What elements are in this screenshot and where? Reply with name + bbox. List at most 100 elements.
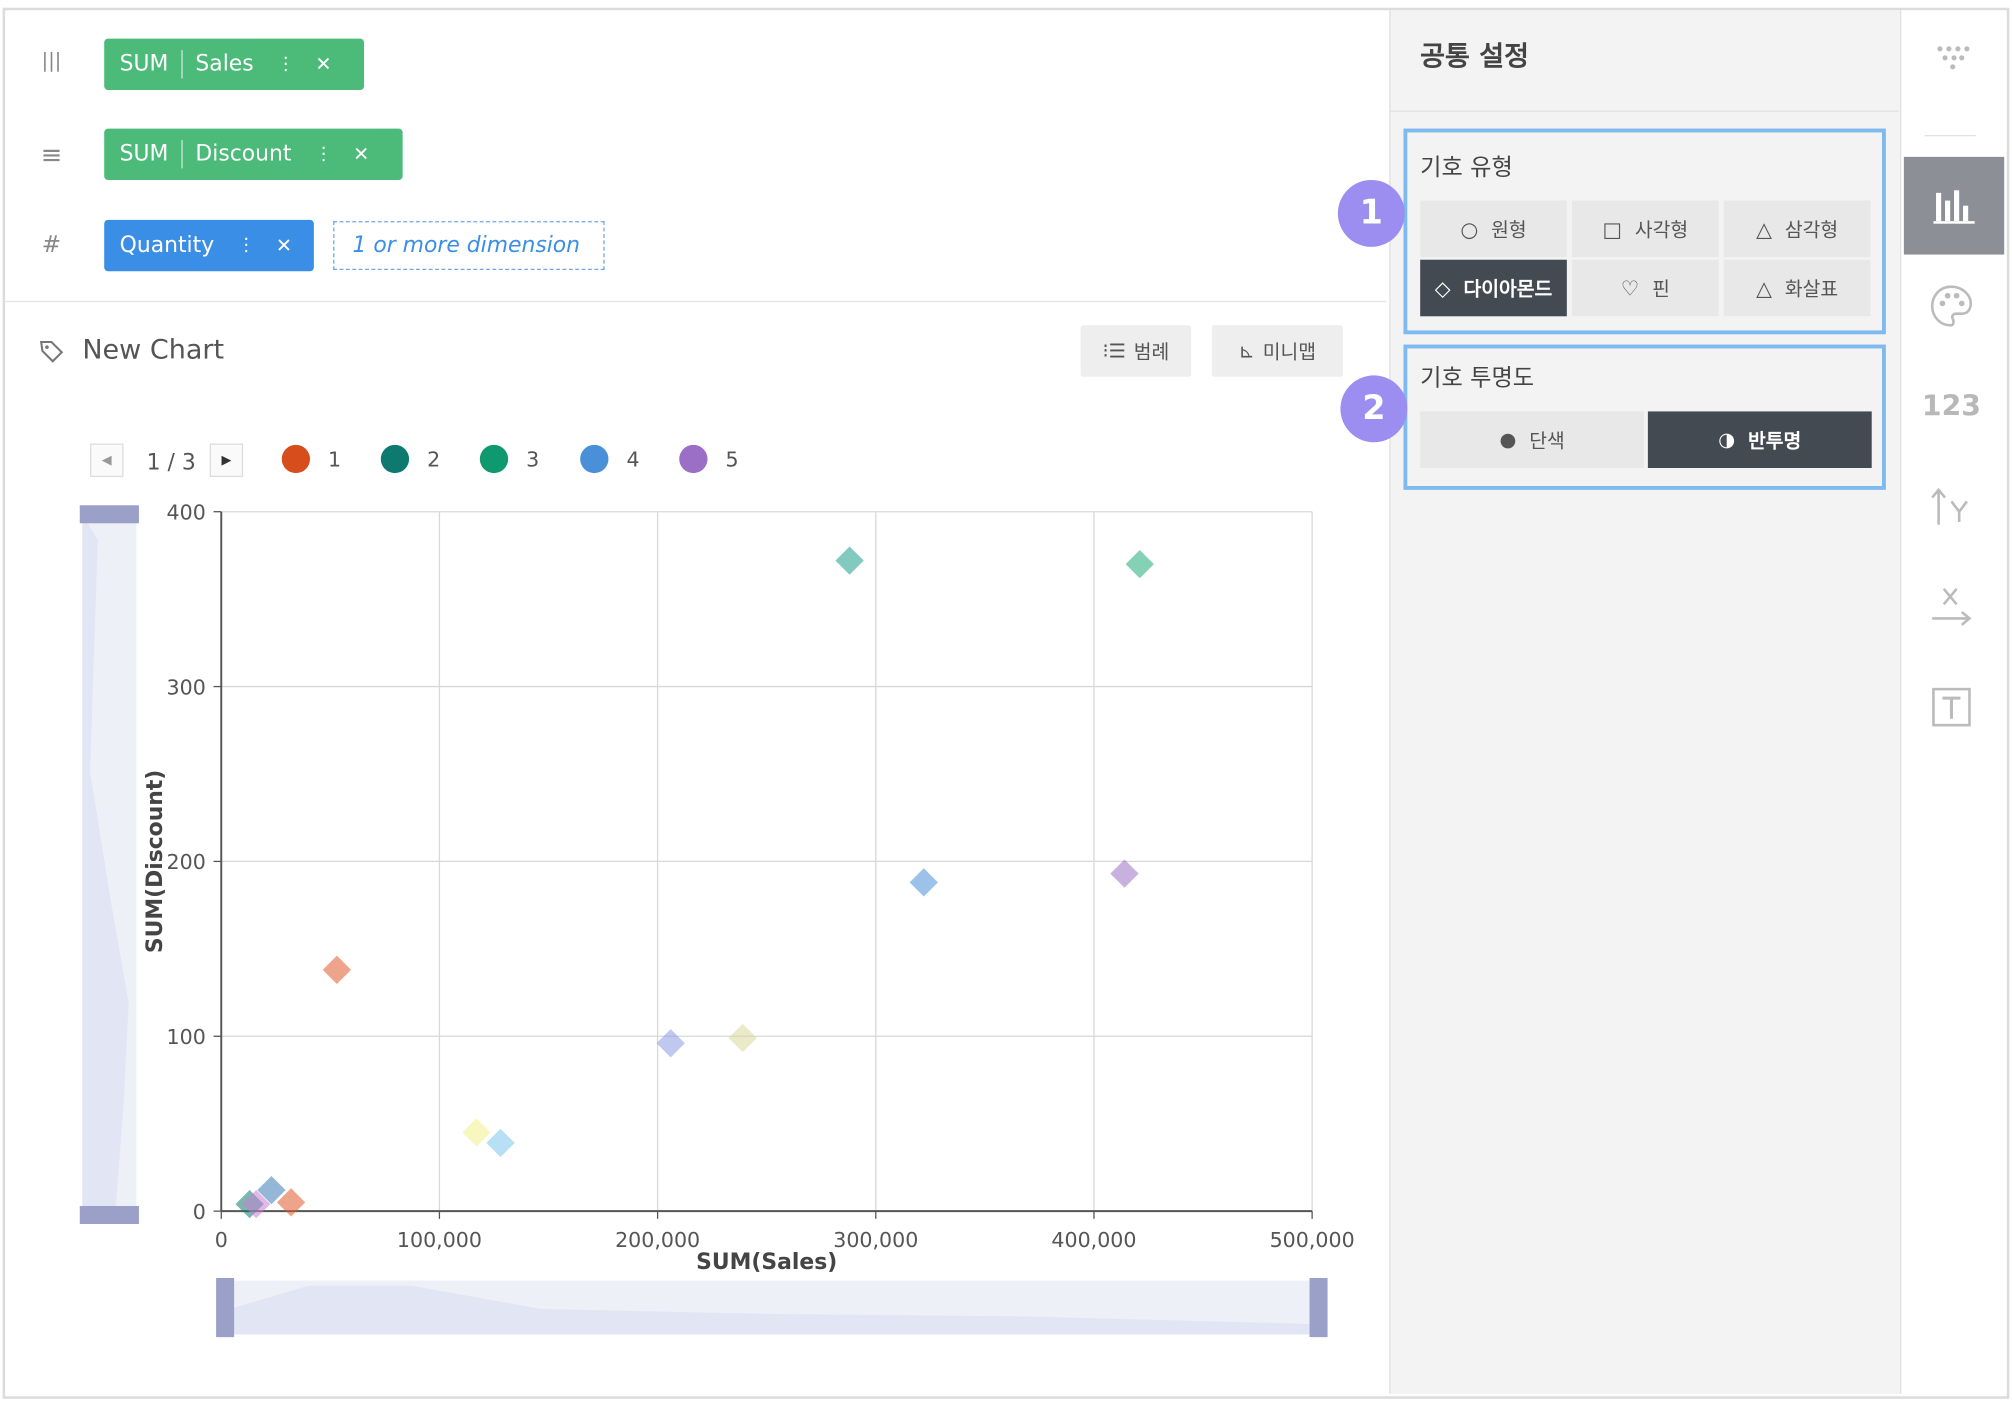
- legend-label: 5: [725, 446, 739, 472]
- x-minimap-handle-left[interactable]: [216, 1277, 235, 1338]
- symbol-option-label: 다이아몬드: [1463, 277, 1553, 301]
- data-point-diamond[interactable]: [462, 1118, 491, 1147]
- symbol-option-label: 사각형: [1634, 217, 1689, 242]
- bar-chart-icon[interactable]: [1903, 156, 2005, 255]
- symbol-option-label: 삼각형: [1784, 217, 1839, 242]
- y-minimap-handle-top[interactable]: [79, 505, 139, 524]
- x-axis-title: SUM(Sales): [696, 1250, 837, 1275]
- y-tick-label: 0: [193, 1200, 206, 1224]
- legend-label: 4: [626, 446, 640, 472]
- number-format-icon[interactable]: 123: [1904, 360, 1999, 453]
- pin-outline-icon: ♡: [1620, 275, 1640, 301]
- more-icon[interactable]: ⋮: [315, 144, 333, 165]
- discount-pill[interactable]: SUM Discount ⋮ ✕: [104, 128, 403, 180]
- symbol-option[interactable]: ○ 원형: [1420, 200, 1567, 258]
- pill-agg: SUM: [119, 141, 169, 168]
- x-tick-label: 500,000: [1270, 1228, 1355, 1252]
- data-point-diamond[interactable]: [322, 955, 352, 984]
- data-point-diamond[interactable]: [1110, 859, 1139, 888]
- legend-swatch: [380, 444, 410, 474]
- minimap-icon: ⊾: [1238, 339, 1255, 363]
- rail-divider: [1924, 134, 1976, 137]
- x-tick-label: 300,000: [833, 1228, 918, 1252]
- data-point-diamond[interactable]: [486, 1128, 515, 1158]
- chart-type-icon[interactable]: [1904, 10, 1999, 103]
- text-icon[interactable]: [1904, 661, 1999, 754]
- opacity-option[interactable]: ◑ 반투명: [1647, 411, 1872, 468]
- quantity-pill[interactable]: Quantity ⋮ ✕: [104, 219, 314, 272]
- pill-field: Discount: [195, 141, 292, 168]
- more-icon[interactable]: ⋮: [277, 54, 295, 75]
- legend-prev-button[interactable]: ◀: [90, 443, 124, 477]
- legend-item[interactable]: 3: [479, 444, 539, 474]
- legend-page: 1 / 3: [146, 449, 196, 476]
- legend-next-button[interactable]: ▶: [209, 443, 244, 477]
- y-axis-icon[interactable]: [1904, 460, 1999, 553]
- x-tick-label: 400,000: [1051, 1228, 1136, 1252]
- palette-icon[interactable]: [1904, 260, 1999, 353]
- close-icon[interactable]: ✕: [276, 234, 292, 257]
- pill-agg: SUM: [119, 51, 169, 78]
- x-minimap-handle-right[interactable]: [1309, 1277, 1328, 1338]
- y-tick-label: 300: [167, 675, 206, 699]
- panel-divider: [1390, 110, 1899, 112]
- x-tick-label: 0: [215, 1228, 228, 1252]
- scatter-chart[interactable]: 0 100,000 200,000 300,000 400,000 500,000 0 100…: [0, 489, 1389, 1363]
- sales-pill[interactable]: SUM Sales ⋮ ✕: [104, 38, 365, 90]
- opacity-option[interactable]: ● 단색: [1420, 411, 1645, 468]
- square-outline-icon: □: [1602, 216, 1622, 242]
- symbol-type-label: 기호 유형: [1420, 154, 1513, 182]
- legend-button-label: 범례: [1133, 340, 1170, 364]
- legend-list-icon: ⁝☰: [1102, 339, 1126, 363]
- legend-item[interactable]: 1: [281, 444, 341, 474]
- measure-shelf-icon: #: [41, 231, 62, 259]
- y-minimap-handle-bottom[interactable]: [79, 1205, 139, 1224]
- rows-shelf-icon: ≡: [40, 138, 63, 170]
- diamond-outline-icon: ◇: [1434, 275, 1451, 301]
- divider: [5, 300, 1387, 303]
- drop-icon: ●: [1499, 428, 1517, 452]
- y-tick-label: 100: [167, 1025, 206, 1049]
- close-icon[interactable]: ✕: [353, 143, 369, 166]
- symbol-option[interactable]: □ 사각형: [1571, 200, 1719, 258]
- pill-field: Quantity: [119, 232, 215, 259]
- legend-swatch: [281, 444, 311, 474]
- legend-swatch: [580, 444, 609, 474]
- data-point-diamond[interactable]: [909, 868, 938, 897]
- x-tick-label: 200,000: [615, 1228, 700, 1252]
- pill-field: Sales: [195, 51, 254, 78]
- half-circle-icon: ◑: [1718, 428, 1736, 452]
- y-tick-label: 400: [167, 500, 206, 524]
- dimension-drop-zone[interactable]: 1 or more dimension: [333, 221, 605, 270]
- symbol-option[interactable]: △ 삼각형: [1723, 200, 1871, 258]
- columns-shelf-icon: |||: [41, 48, 62, 72]
- x-axis-icon[interactable]: [1904, 561, 1999, 654]
- chart-title[interactable]: New Chart: [82, 334, 224, 365]
- legend-item[interactable]: 5: [679, 444, 739, 474]
- data-point-diamond[interactable]: [835, 546, 864, 575]
- close-icon[interactable]: ✕: [315, 53, 331, 76]
- y-axis-title: SUM(Discount): [143, 770, 168, 953]
- opacity-option-label: 단색: [1529, 428, 1565, 452]
- legend-item[interactable]: 4: [580, 444, 640, 474]
- callout-badge-1: 1: [1337, 179, 1405, 247]
- arrow-outline-icon: △: [1756, 275, 1772, 301]
- data-point-diamond[interactable]: [728, 1023, 757, 1053]
- data-point-diamond[interactable]: [1125, 550, 1154, 579]
- symbol-option[interactable]: ♡ 핀: [1571, 259, 1719, 317]
- symbol-option[interactable]: ◇ 다이아몬드: [1420, 259, 1567, 317]
- more-icon[interactable]: ⋮: [237, 235, 255, 256]
- minimap-button[interactable]: ⊾ 미니맵: [1211, 325, 1344, 377]
- plot-area: 0 100,000 200,000 300,000 400,000 500,000 0 100…: [143, 500, 1355, 1275]
- data-point-diamond[interactable]: [656, 1029, 685, 1058]
- y-tick-label: 200: [167, 850, 206, 874]
- x-tick-label: 100,000: [397, 1228, 482, 1252]
- circle-outline-icon: ○: [1460, 216, 1479, 242]
- legend-label: 2: [427, 446, 441, 472]
- symbol-opacity-label: 기호 투명도: [1420, 365, 1535, 393]
- legend-swatch: [679, 444, 708, 474]
- symbol-option-label: 화살표: [1784, 277, 1839, 301]
- legend-button[interactable]: ⁝☰ 범례: [1080, 325, 1192, 377]
- symbol-option[interactable]: △ 화살표: [1723, 259, 1871, 317]
- legend-item[interactable]: 2: [380, 444, 441, 474]
